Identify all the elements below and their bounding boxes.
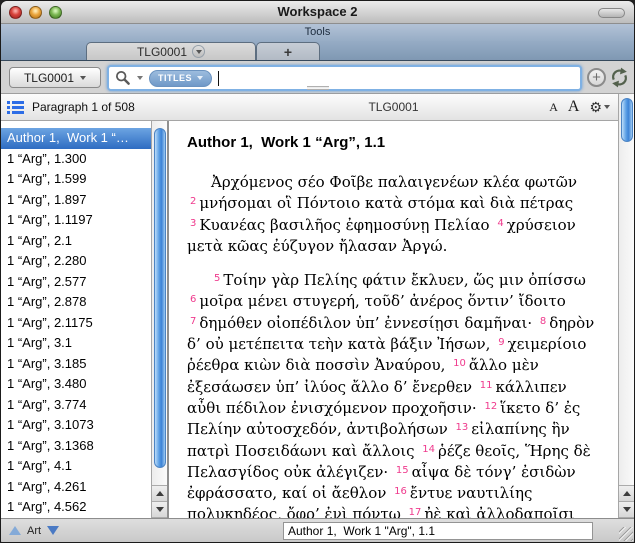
tab-strip: TLG0001 + <box>1 41 634 61</box>
tab-tlg0001[interactable]: TLG0001 <box>86 42 256 60</box>
line-number: 16 <box>394 486 407 497</box>
content-area: Author 1, Work 1 “…1 “Arg”, 1.3001 “Arg”… <box>1 121 634 518</box>
main-scrollbar[interactable] <box>618 94 634 518</box>
list-item[interactable]: Author 1, Work 1 “… <box>1 128 151 149</box>
new-tab-label: + <box>284 44 292 60</box>
line-number: 14 <box>422 444 435 455</box>
greek-paragraph: 5Τοίην γὰρ Πελίης φάτιν ἔκλυεν, ὥς μιν ὀ… <box>187 270 602 518</box>
scroll-up-button[interactable] <box>619 486 634 502</box>
citation-input[interactable] <box>283 522 593 540</box>
greek-text: Ἀρχόμενος σέο Φοῖβε παλαιγενέων κλέα φωτ… <box>187 172 602 518</box>
citation-heading: Author 1, Work 1 “Arg”, 1.1 <box>187 134 602 151</box>
list-item[interactable]: 1 “Arg”, 2.280 <box>1 251 151 272</box>
tools-label: Tools <box>305 26 331 38</box>
browse-nav: Art <box>9 519 59 542</box>
sidebar-scrollbar-thumb[interactable] <box>154 128 166 468</box>
text-caret <box>218 71 219 86</box>
greek-paragraph: Ἀρχόμενος σέο Φοῖβε παλαιγενέων κλέα φωτ… <box>187 172 602 257</box>
decrease-font-button[interactable]: A <box>549 100 558 115</box>
line-number: 11 <box>480 380 493 391</box>
titles-filter-token[interactable]: TITLES <box>149 70 212 87</box>
list-item[interactable]: 1 “Arg”, 1.1197 <box>1 210 151 231</box>
line-number: 3 <box>190 218 196 229</box>
paragraph-count-label: Paragraph 1 of 508 <box>32 100 135 114</box>
tab-dropdown-icon[interactable] <box>192 45 205 58</box>
nav-label: Art <box>27 525 41 537</box>
list-item[interactable]: 1 “Arg”, 4.261 <box>1 477 151 498</box>
text-pane: Author 1, Work 1 “Arg”, 1.1 Ἀρχόμενος σέ… <box>169 121 618 518</box>
increase-font-button[interactable]: A <box>568 98 580 116</box>
new-tab-button[interactable]: + <box>256 42 320 60</box>
status-bar: Paragraph 1 of 508 TLG0001 A A ⚙ <box>1 94 618 121</box>
search-row: TLG0001 TITLES + <box>1 61 634 94</box>
scroll-down-button[interactable] <box>619 502 634 518</box>
tab-label: TLG0001 <box>137 45 187 59</box>
list-item[interactable]: 1 “Arg”, 2.1175 <box>1 313 151 334</box>
workspace-window: Workspace 2 Tools TLG0001 + TLG0001 TITL <box>0 0 635 543</box>
token-chevron-icon <box>197 76 203 80</box>
gear-chevron-icon <box>604 105 610 109</box>
list-item[interactable]: 1 “Arg”, 1.599 <box>1 169 151 190</box>
chevron-down-icon <box>80 76 86 80</box>
scroll-down-button[interactable] <box>152 502 167 518</box>
search-input[interactable]: TITLES <box>107 65 582 91</box>
line-number: 12 <box>484 401 497 412</box>
window-title: Workspace 2 <box>1 4 634 19</box>
line-number: 5 <box>214 273 220 284</box>
list-item[interactable]: 1 “Arg”, 2.577 <box>1 272 151 293</box>
line-number: 7 <box>190 316 196 327</box>
list-item[interactable]: 1 “Arg”, 3.185 <box>1 354 151 375</box>
list-item[interactable]: 1 “Arg”, 4.562 <box>1 497 151 518</box>
title-bar[interactable]: Workspace 2 <box>1 1 634 24</box>
line-number: 8 <box>540 316 546 327</box>
list-item[interactable]: 1 “Arg”, 2.878 <box>1 292 151 313</box>
sidebar-list: Author 1, Work 1 “…1 “Arg”, 1.3001 “Arg”… <box>1 121 151 518</box>
add-search-button[interactable]: + <box>587 68 606 87</box>
gear-icon: ⚙ <box>589 99 602 116</box>
corpus-scope-button[interactable]: TLG0001 <box>9 67 101 88</box>
scroll-up-button[interactable] <box>152 486 167 502</box>
search-options-chevron-icon[interactable] <box>137 76 143 80</box>
list-item[interactable]: 1 “Arg”, 1.897 <box>1 190 151 211</box>
line-number: 15 <box>396 465 409 476</box>
list-item[interactable]: 1 “Arg”, 1.300 <box>1 149 151 170</box>
convert-refresh-icon[interactable] <box>608 66 631 89</box>
line-number: 9 <box>498 337 504 348</box>
line-number: 2 <box>190 196 196 207</box>
list-item[interactable]: 1 “Arg”, 3.1368 <box>1 436 151 457</box>
action-menu-button[interactable]: ⚙ <box>589 99 610 116</box>
sidebar-scrollbar[interactable] <box>151 121 167 518</box>
main-scroll-arrows <box>619 485 634 518</box>
pane-splitter-handle[interactable] <box>307 86 329 91</box>
search-icon[interactable] <box>115 70 131 86</box>
line-number: 6 <box>190 294 196 305</box>
resize-grip[interactable] <box>619 527 633 541</box>
bottom-bar: Art <box>1 518 634 542</box>
line-number: 17 <box>409 507 422 518</box>
list-item[interactable]: 1 “Arg”, 3.774 <box>1 395 151 416</box>
nav-up-icon[interactable] <box>9 526 21 535</box>
line-number: 13 <box>456 422 469 433</box>
list-item[interactable]: 1 “Arg”, 4.1 <box>1 456 151 477</box>
titles-token-label: TITLES <box>158 73 192 83</box>
line-number: 4 <box>497 218 503 229</box>
paragraph-list-icon[interactable] <box>7 101 24 114</box>
nav-down-icon[interactable] <box>47 526 59 535</box>
list-item[interactable]: 1 “Arg”, 3.480 <box>1 374 151 395</box>
main-scrollbar-thumb[interactable] <box>621 98 633 142</box>
sidebar-scroll-arrows <box>152 485 167 518</box>
list-item[interactable]: 1 “Arg”, 2.1 <box>1 231 151 252</box>
tools-toolbar: Tools <box>1 24 634 41</box>
toolbar-toggle-button[interactable] <box>598 8 625 18</box>
corpus-scope-label: TLG0001 <box>24 71 74 85</box>
list-item[interactable]: 1 “Arg”, 3.1073 <box>1 415 151 436</box>
list-item[interactable]: 1 “Arg”, 3.1 <box>1 333 151 354</box>
line-number: 10 <box>453 358 466 369</box>
